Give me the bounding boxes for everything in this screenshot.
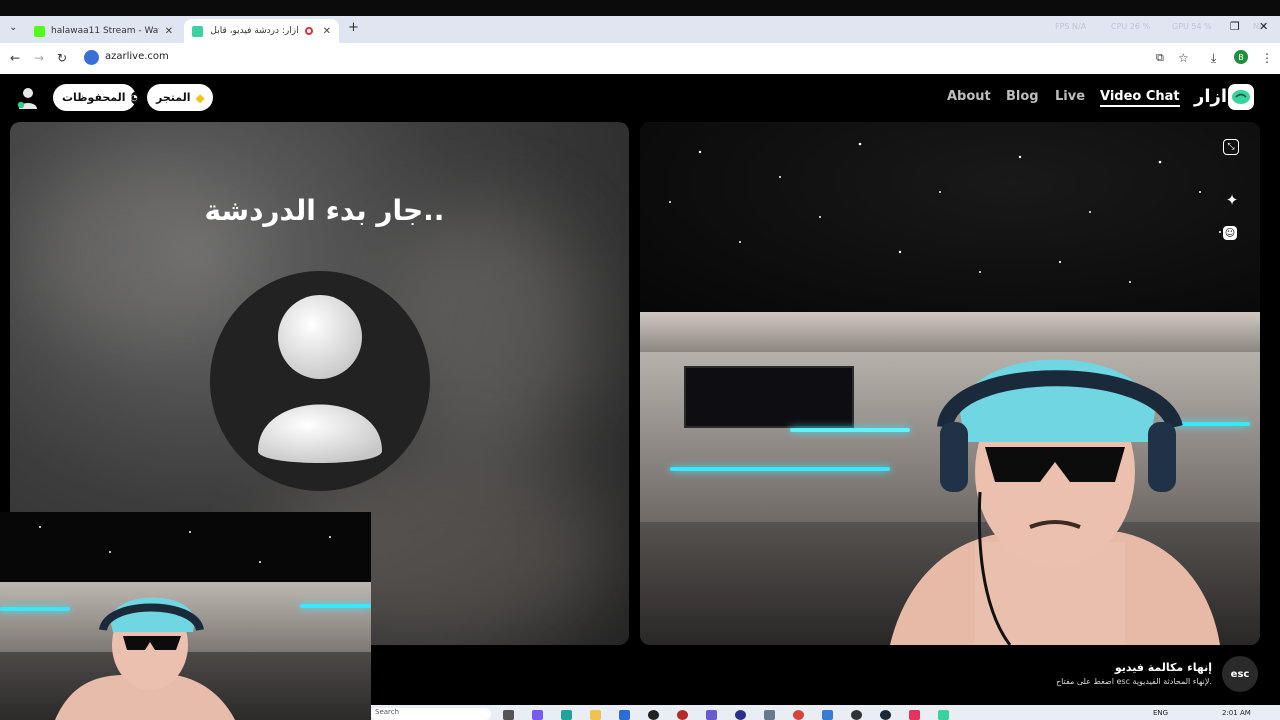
user-avatar-icon[interactable] (16, 86, 38, 110)
taskbar-clock[interactable]: 2:01 AM (1222, 709, 1251, 717)
store-button[interactable]: المتجر ◆ (147, 84, 213, 111)
effects-sparkle-icon[interactable]: ✦ (1223, 191, 1241, 209)
end-call-hint: اضغط على مفتاح esc لإنهاء المحادثة الفيد… (1055, 677, 1212, 686)
store-app-icon[interactable] (619, 710, 630, 720)
nav-video-chat[interactable]: Video Chat (1100, 89, 1180, 107)
recording-icon (304, 27, 313, 35)
connecting-status-heading: جار بدء الدردشة.. (204, 194, 445, 227)
install-app-icon[interactable]: ⧉ (1156, 51, 1164, 65)
gpu-stat: GPU 54 % (1172, 22, 1212, 31)
address-bar (0, 43, 1280, 75)
self-video-panel: ⤡ ✦ ☺ (640, 122, 1260, 645)
url-field[interactable]: azarlive.com (105, 51, 169, 62)
nav-about[interactable]: About (947, 89, 991, 104)
store-label: المتجر (156, 91, 191, 104)
close-window-icon[interactable]: ✕ (1259, 20, 1268, 33)
app3-icon[interactable] (909, 710, 920, 720)
close-tab-icon[interactable]: ✕ (323, 26, 331, 37)
exit-fullscreen-icon[interactable]: ⤡ (1223, 139, 1239, 155)
room-tv (684, 366, 854, 428)
clock-icon: ◔ (130, 91, 138, 104)
tab-label: halawaa11 Stream - Watch Live (51, 26, 159, 36)
saved-button[interactable]: المحفوظات ◔ (53, 84, 138, 111)
tab-stream[interactable]: halawaa11 Stream - Watch Live ✕ (26, 19, 181, 43)
tab-list-icon[interactable]: ⌄ (9, 22, 17, 33)
nav-live[interactable]: Live (1055, 89, 1085, 104)
cam-person (55, 597, 235, 720)
media-icon[interactable] (851, 710, 862, 720)
site-info-icon[interactable] (84, 50, 99, 65)
ceiling-stars (669, 142, 1221, 283)
end-call-title: إنهاء مكالمة فيديو (1114, 661, 1212, 674)
language-indicator[interactable]: ENG (1153, 709, 1168, 717)
steam-icon[interactable] (880, 710, 891, 720)
new-tab-button[interactable]: + (348, 20, 359, 35)
partner-avatar-placeholder (210, 271, 430, 491)
top-strip (0, 0, 1280, 16)
esc-end-call-button[interactable]: esc (1222, 656, 1258, 692)
restore-window-icon[interactable]: ❐ (1230, 20, 1240, 33)
azar-logo-icon[interactable] (1228, 84, 1254, 110)
close-tab-icon[interactable]: ✕ (165, 26, 173, 37)
obs-icon[interactable] (648, 710, 659, 720)
app-icon[interactable] (735, 710, 746, 720)
cpu-stat: CPU 26 % (1111, 22, 1151, 31)
menu-kebab-icon[interactable]: ⋮ (1261, 51, 1273, 65)
chrome-icon[interactable] (793, 710, 804, 720)
streamer-person (890, 359, 1220, 645)
nav-blog[interactable]: Blog (1006, 89, 1039, 104)
face-filter-icon[interactable]: ☺ (1223, 226, 1237, 240)
edge-icon[interactable] (561, 710, 572, 720)
person-placeholder-icon (258, 295, 382, 463)
tab-azar[interactable]: أزار: دردشة فيديو، قابل الأصد ✕ (184, 19, 339, 43)
back-icon[interactable]: ← (10, 51, 20, 65)
profile-avatar[interactable]: B (1234, 50, 1248, 64)
app2-icon[interactable] (822, 710, 833, 720)
task-view-icon[interactable] (503, 710, 514, 720)
app4-icon[interactable] (938, 710, 949, 720)
kick-favicon-icon (34, 25, 45, 37)
webcam-overlay (0, 512, 371, 720)
settings-icon[interactable] (764, 710, 775, 720)
bookmark-star-icon[interactable]: ☆ (1178, 51, 1189, 65)
reload-icon[interactable]: ↻ (57, 51, 67, 65)
taskbar-search-input[interactable]: Search (371, 708, 491, 720)
copilot-icon[interactable] (532, 710, 543, 720)
forward-icon[interactable]: → (34, 51, 44, 65)
fps-stat: FPS N/A (1055, 22, 1087, 31)
download-icon[interactable]: ⤓ (1211, 51, 1216, 66)
saved-label: المحفوظات (62, 91, 126, 104)
discord-icon[interactable] (706, 710, 717, 720)
brand-name[interactable]: ازار (1194, 86, 1227, 107)
recorder-icon[interactable] (677, 710, 688, 720)
azar-favicon-icon (192, 25, 203, 37)
cam-ceiling-stars (39, 526, 331, 563)
file-explorer-icon[interactable] (590, 710, 601, 720)
gem-icon: ◆ (195, 90, 205, 105)
tab-label: أزار: دردشة فيديو، قابل الأصد (209, 26, 299, 36)
